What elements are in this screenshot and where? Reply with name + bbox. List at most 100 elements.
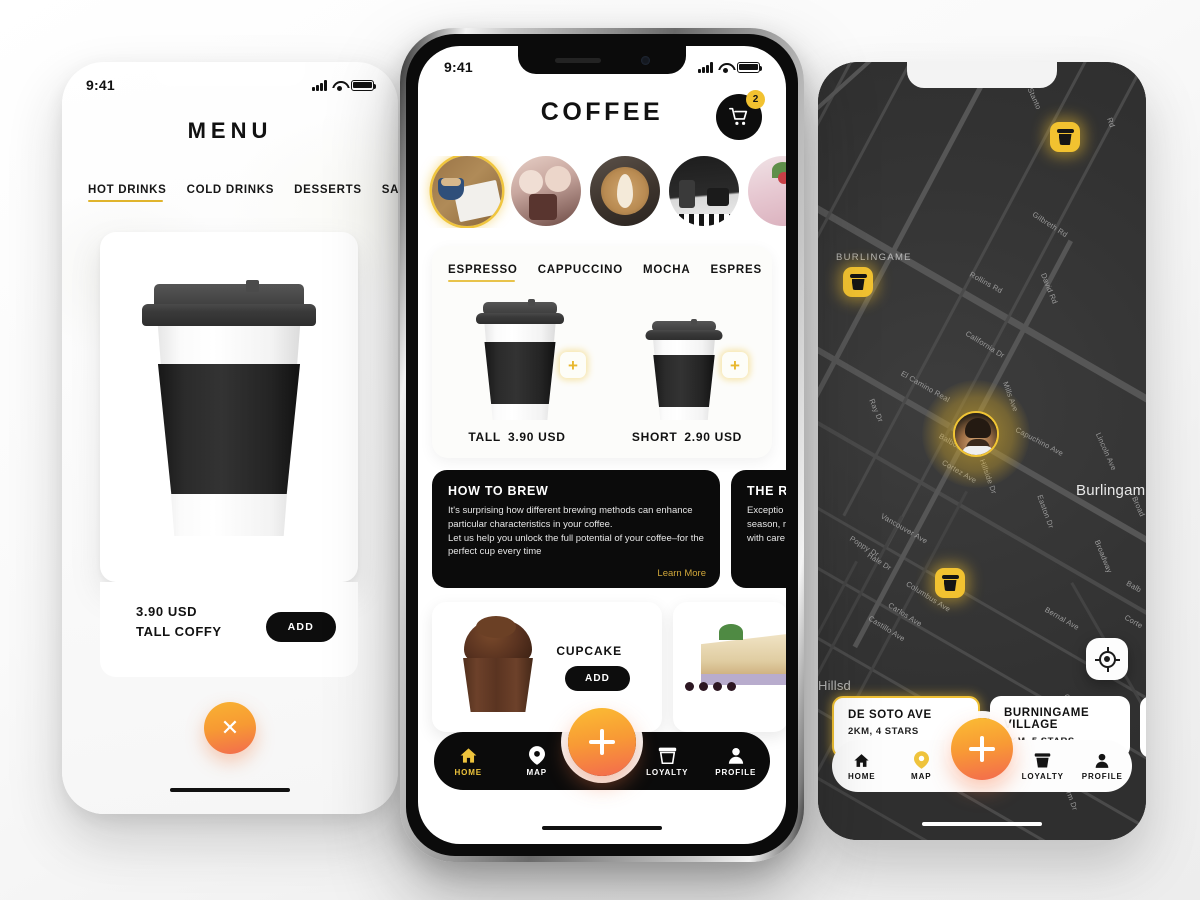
tab-mocha[interactable]: MOCHA bbox=[643, 264, 690, 281]
cheesecake-image bbox=[685, 624, 786, 698]
status-bar: 9:41 bbox=[62, 74, 398, 96]
street-label: Lincoln Ave bbox=[1093, 431, 1119, 472]
tab-cappuccino[interactable]: CAPPUCCINO bbox=[538, 264, 623, 281]
tab-salty-cookies[interactable]: SALTY COO bbox=[382, 184, 398, 201]
story-cupcakes[interactable] bbox=[511, 156, 581, 226]
phone-coffee: 9:41 COFFEE 2 ESPRESSO CAPPUCCINO MOCHA … bbox=[400, 28, 804, 862]
shop-pin-north[interactable] bbox=[1050, 122, 1080, 152]
tab-hot-drinks[interactable]: HOT DRINKS bbox=[88, 184, 167, 203]
pin-icon bbox=[913, 751, 929, 769]
tab-map[interactable]: MAP bbox=[892, 751, 952, 781]
street-label: Bernal Ave bbox=[1043, 605, 1081, 632]
home-indicator bbox=[170, 787, 290, 792]
category-tabs[interactable]: HOT DRINKS COLD DRINKS DESSERTS SALTY CO… bbox=[88, 184, 398, 203]
home-indicator bbox=[542, 825, 662, 830]
shop-pin-village[interactable] bbox=[843, 267, 873, 297]
person-icon bbox=[728, 747, 743, 764]
tab-label: SALTY COO bbox=[381, 184, 398, 196]
size-price: 2.90 USD bbox=[684, 430, 743, 444]
info-card-body: Exceptio season, r with care bbox=[747, 505, 786, 544]
tab-loyalty[interactable]: LOYALTY bbox=[1013, 752, 1073, 781]
info-card-list[interactable]: HOW TO BREW It's surprising how differen… bbox=[432, 470, 786, 588]
tab-label: LOYALTY bbox=[1021, 771, 1064, 781]
plus-icon: + bbox=[568, 355, 578, 375]
product-size-line: TALL 3.90 USD bbox=[432, 430, 602, 444]
tab-label: HOME bbox=[454, 767, 483, 777]
place-detail: 2KM, 4 STARS bbox=[848, 726, 919, 737]
notch bbox=[907, 62, 1057, 88]
street-label: Ray Dr bbox=[867, 397, 886, 424]
product-tabs[interactable]: ESPRESSO CAPPUCCINO MOCHA ESPRES bbox=[448, 264, 772, 283]
add-button[interactable] bbox=[568, 708, 636, 776]
close-icon: ✕ bbox=[220, 715, 240, 740]
street-label: Stanto bbox=[1025, 86, 1044, 111]
story-list[interactable] bbox=[418, 156, 786, 228]
add-button[interactable] bbox=[951, 718, 1013, 780]
tab-label: ESPRES bbox=[710, 264, 762, 276]
learn-more-link[interactable]: Learn More bbox=[657, 568, 706, 579]
info-card-body: It's surprising how different brewing me… bbox=[448, 505, 704, 558]
product-item-short[interactable]: + SHORT 2.90 USD bbox=[602, 294, 772, 458]
tab-cold-drinks[interactable]: COLD DRINKS bbox=[187, 184, 275, 201]
tab-label: HOME bbox=[847, 771, 876, 781]
front-camera bbox=[640, 55, 650, 65]
tab-loyalty[interactable]: LOYALTY bbox=[633, 746, 702, 777]
story-milkshake[interactable] bbox=[748, 156, 786, 226]
food-card-cheesecake[interactable] bbox=[673, 602, 786, 732]
tab-label: LOYALTY bbox=[646, 767, 689, 777]
story-espresso-machine[interactable] bbox=[669, 156, 739, 226]
street-label: Corte bbox=[1123, 612, 1145, 631]
status-icons bbox=[698, 61, 763, 73]
battery-icon bbox=[737, 61, 763, 73]
add-size-button[interactable]: + bbox=[560, 352, 586, 378]
signal-icon bbox=[698, 61, 713, 73]
add-button[interactable]: ADD bbox=[265, 612, 336, 642]
product-size-list: + TALL 3.90 USD + SHORT 2.90 USD bbox=[432, 294, 772, 458]
map-city-label: Burlingam bbox=[1076, 482, 1146, 499]
battery-icon bbox=[351, 79, 377, 91]
tab-profile[interactable]: PROFILE bbox=[1073, 752, 1133, 781]
tab-label: MOCHA bbox=[643, 264, 691, 276]
product-name: TALL COFFY bbox=[136, 624, 222, 639]
cart-button[interactable]: 2 bbox=[716, 90, 765, 140]
home-indicator bbox=[922, 821, 1042, 826]
shop-pin-columbus[interactable] bbox=[935, 568, 965, 598]
add-button[interactable]: ADD bbox=[565, 666, 630, 691]
notch bbox=[518, 46, 686, 74]
tab-label: CAPPUCCINO bbox=[537, 264, 623, 276]
plus-icon: + bbox=[730, 355, 740, 375]
food-card-cupcake[interactable]: CUPCAKE ADD bbox=[432, 602, 662, 732]
tab-profile[interactable]: PROFILE bbox=[702, 746, 771, 777]
place-card[interactable]: HI 6K bbox=[1140, 696, 1146, 758]
street-label: Broadway bbox=[1092, 538, 1115, 575]
story-latte-art[interactable] bbox=[590, 156, 660, 226]
add-size-button[interactable]: + bbox=[722, 352, 748, 378]
coffee-cup-image bbox=[139, 278, 319, 536]
cup-icon bbox=[658, 747, 676, 764]
story-latte-notebook[interactable] bbox=[432, 156, 502, 226]
info-card-title: THE RA bbox=[747, 484, 786, 498]
product-item-tall[interactable]: + TALL 3.90 USD bbox=[432, 294, 602, 458]
tab-home[interactable]: HOME bbox=[832, 752, 892, 781]
avatar[interactable] bbox=[953, 411, 999, 457]
locate-me-button[interactable] bbox=[1086, 638, 1128, 680]
street-label: Hillsd bbox=[818, 678, 851, 693]
tab-map[interactable]: MAP bbox=[503, 745, 572, 777]
mockup-stage: Stanto Rd Gilbreth Rd Rollins Rd David R… bbox=[0, 0, 1200, 900]
tab-home[interactable]: HOME bbox=[434, 746, 503, 777]
tab-label: DESSERTS bbox=[294, 184, 362, 196]
home-icon bbox=[854, 753, 869, 767]
tab-espresso[interactable]: ESPRESSO bbox=[448, 264, 518, 283]
close-button[interactable]: ✕ bbox=[204, 702, 256, 754]
tab-espresso-2[interactable]: ESPRES bbox=[710, 264, 761, 281]
tab-label: MAP bbox=[526, 767, 547, 777]
tab-label: MAP bbox=[911, 772, 932, 781]
cart-icon bbox=[729, 107, 748, 125]
signal-icon bbox=[312, 79, 327, 91]
tab-label: PROFILE bbox=[1081, 771, 1123, 781]
info-card-the-ranch[interactable]: THE RA Exceptio season, r with care bbox=[731, 470, 786, 588]
product-card[interactable] bbox=[100, 232, 358, 582]
info-card-how-to-brew[interactable]: HOW TO BREW It's surprising how differen… bbox=[432, 470, 720, 588]
wifi-icon bbox=[718, 62, 732, 73]
tab-desserts[interactable]: DESSERTS bbox=[294, 184, 362, 201]
